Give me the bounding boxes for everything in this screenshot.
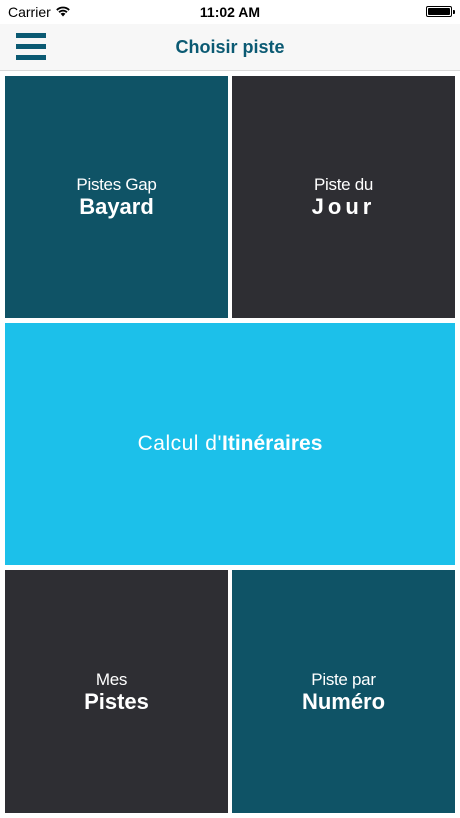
navigation-bar: Choisir piste xyxy=(0,24,460,71)
tile-calcul-itineraires[interactable]: Calcul d'Itinéraires xyxy=(5,323,455,565)
tile-label-bold: Itinéraires xyxy=(222,432,323,455)
tile-label: Calcul d'Itinéraires xyxy=(138,432,323,456)
tile-mes-pistes[interactable]: Mes Pistes xyxy=(5,570,228,813)
clock: 11:02 AM xyxy=(199,4,261,20)
tile-label-line2: Numéro xyxy=(301,688,386,714)
tile-label-line1: Mes xyxy=(95,669,128,689)
battery-full-icon xyxy=(426,6,455,17)
tile-label-line2: Pistes xyxy=(84,688,149,714)
tile-pistes-gap-bayard[interactable]: Pistes Gap Bayard xyxy=(5,76,228,318)
tile-label-light: Calcul d' xyxy=(137,432,222,455)
tile-piste-par-numero[interactable]: Piste par Numéro xyxy=(232,570,455,813)
tile-label-line1: Piste par xyxy=(311,669,376,689)
status-bar: Carrier 11:02 AM xyxy=(0,0,460,24)
tile-label-line2: Jour xyxy=(311,194,376,219)
tile-piste-du-jour[interactable]: Piste du Jour xyxy=(232,76,455,318)
tile-label-line1: Pistes Gap xyxy=(76,175,157,194)
tile-label-line2: Bayard xyxy=(79,194,154,219)
tile-label-line1: Piste du xyxy=(313,175,374,194)
page-title: Choisir piste xyxy=(175,37,285,57)
